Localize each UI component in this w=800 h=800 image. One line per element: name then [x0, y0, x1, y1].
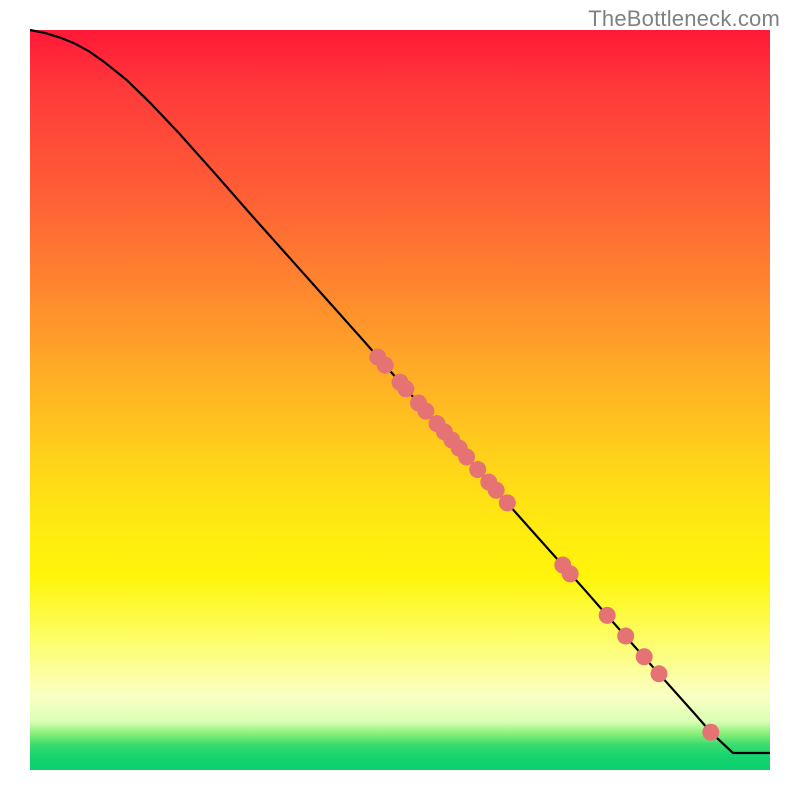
scatter-marker: [702, 724, 719, 741]
chart-overlay-svg: [30, 30, 770, 770]
scatter-marker: [651, 665, 668, 682]
scatter-marker: [499, 494, 516, 511]
scatter-marker: [636, 648, 653, 665]
scatter-marker: [562, 565, 579, 582]
chart-frame: TheBottleneck.com: [0, 0, 800, 800]
scatter-marker: [599, 607, 616, 624]
scatter-marker: [617, 628, 634, 645]
scatter-marker: [377, 357, 394, 374]
scatter-marker: [397, 380, 414, 397]
watermark-text: TheBottleneck.com: [588, 6, 780, 32]
